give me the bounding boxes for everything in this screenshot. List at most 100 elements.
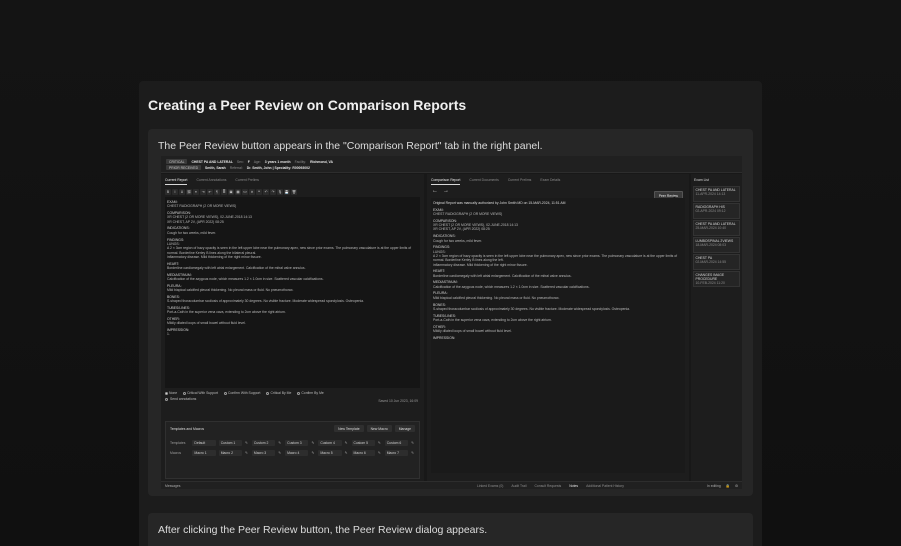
exam-list-item[interactable]: CHEST PA 02-MAR-2024 14:55 [693,254,740,270]
sex-value: F [247,159,250,164]
new-template-button[interactable]: New Template [334,425,364,432]
exam-name: CHANGES IMAGE PROCEDURE [695,273,725,281]
edit-pencil-icon[interactable]: ✎ [311,441,315,445]
align-icon[interactable]: ≣ [221,188,227,195]
send-annotations-label: Send annotations [169,397,197,401]
edit-pencil-icon[interactable]: ✎ [345,441,349,445]
edit-pencil-icon[interactable]: ✎ [245,441,249,445]
comparison-section: BONES: S-shaped thoracolumbar scoliosis o… [433,303,683,312]
underline-icon[interactable]: U [179,188,185,195]
macro-item[interactable]: Macro 4 [285,450,309,456]
tab-current-annotations[interactable]: Current Annotations [196,178,226,185]
radio-button[interactable] [183,391,187,395]
messages-label[interactable]: Messages [165,484,180,488]
template-item[interactable]: Custom 5 [351,440,375,446]
quote-icon[interactable]: ❝ [256,188,262,195]
radio-option[interactable]: Confirm By Me [297,391,324,395]
macro-item[interactable]: Macro 5 [318,450,342,456]
italic-icon[interactable]: I [172,188,178,195]
outdent-icon[interactable]: ⇤ [207,188,213,195]
template-item[interactable]: Custom 2 [251,440,276,446]
facility-value: Richmond, VA [310,159,333,164]
saved-timestamp: Saved 10 Jun 2023, 16:09 [378,399,418,403]
manage-button[interactable]: Manage [394,425,415,432]
prior-badge: PRIOR RECEIVED [166,165,202,170]
edit-pencil-icon[interactable]: ✎ [278,441,282,445]
radio-option[interactable]: None [165,391,177,395]
edit-pencil-icon[interactable]: ✎ [378,441,382,445]
edit-pencil-icon[interactable]: ✎ [411,451,415,455]
radio-button[interactable] [224,391,228,395]
template-item[interactable]: Custom 6 [384,440,409,446]
save-icon[interactable]: 💾 [284,188,290,195]
template-item[interactable]: Default [192,440,216,446]
status-tab[interactable]: Additional Patient History [586,484,624,488]
comparison-report-body: Original Report was manually authorized … [431,198,685,473]
radio-button[interactable] [297,391,301,395]
comparison-section-body: LUNGS: A 2 × 3cm region of hazy opacity … [433,249,678,267]
radio-option[interactable]: Confirm With Support [224,391,260,395]
report-editor[interactable]: EXAM: CHEST RADIOGRAPH (2 OR MORE VIEWS) C… [165,197,420,388]
macros-row: Macros Macro 1 Macro 2 ✎ Macro 3 ✎ Macro 4 ✎ Ma… [170,450,415,456]
report-section: INDICATIONS: Cough for two weeks, mild fe… [167,226,418,235]
image-icon[interactable]: ▣ [228,188,234,195]
radio-option[interactable]: Critical By Me [266,391,291,395]
lock-icon[interactable]: 🔒 [726,484,730,488]
list-icon[interactable]: ≡ [193,188,199,195]
edit-pencil-icon[interactable]: ✎ [278,451,282,455]
templates-macros-box: Templates and Macros New Template New Ma… [165,421,420,479]
macro-item[interactable]: Macro 2 [218,450,243,456]
step-card-1: The Peer Review button appears in the "C… [148,129,753,496]
radio-button[interactable] [266,391,270,395]
redo-icon[interactable]: ↷ [270,188,276,195]
radio-button[interactable] [165,391,168,395]
new-macro-button[interactable]: New Macro [366,425,392,432]
exam-date: 25-MAR-2024 10:40 [695,226,727,230]
bold-icon[interactable]: B [165,188,171,195]
status-tab[interactable]: Audit Trail [511,484,526,488]
templates-row: Templates Default Custom 1 ✎ Custom 2 ✎ Custo… [170,440,415,446]
edit-pencil-icon[interactable]: ✎ [311,451,315,455]
macro-item[interactable]: Macro 1 [192,450,216,456]
tab-current-prelims[interactable]: Current Prelims [508,178,532,185]
settings-icon[interactable]: ⚙ [735,484,738,488]
code-icon[interactable]: <> [242,188,248,195]
exam-list-item[interactable]: LUMBOSPINAL 2VIEWS 18-MAR-2024 08:03 [693,237,740,253]
template-item[interactable]: Custom 1 [218,440,243,446]
edit-pencil-icon[interactable]: ✎ [245,451,249,455]
comparison-report-panel: Comparison Report Current Documents Curren… [427,174,689,481]
link-icon[interactable]: ⛓ [186,188,192,195]
comparison-section: COMPARISON: XR CHEST (2 OR MORE VIEWS), 0… [433,219,683,232]
status-tab[interactable]: Linked Exams (0) [477,484,503,488]
tab-current-report[interactable]: Current Report [165,178,188,185]
clear-icon[interactable]: ✕ [249,188,255,195]
table-icon[interactable]: ▦ [235,188,241,195]
tab-current-documents[interactable]: Current Documents [469,178,498,185]
status-tab[interactable]: Consult Requests [534,484,561,488]
macro-item[interactable]: Macro 6 [351,450,375,456]
edit-pencil-icon[interactable]: ✎ [345,451,349,455]
exam-list-item[interactable]: CHEST PA AND LATERAL 25-MAR-2024 10:40 [693,220,740,236]
macro-item[interactable]: Macro 7 [384,450,409,456]
template-item[interactable]: Custom 3 [285,440,309,446]
status-tab[interactable]: Notes [569,484,578,488]
indent-icon[interactable]: ⇥ [200,188,206,195]
send-annotations-checkbox[interactable] [165,397,168,401]
tab-current-prelims[interactable]: Current Prelims [235,178,259,185]
patient-header: CRITICAL CHEST PA AND LATERAL Sex: F Age… [161,156,742,173]
tab-exam-details[interactable]: Exam Details [540,178,560,185]
radio-option[interactable]: Critical With Support [183,391,218,395]
edit-pencil-icon[interactable]: ✎ [378,451,382,455]
macro-item[interactable]: Macro 3 [251,450,276,456]
tab-comparison-report[interactable]: Comparison Report [431,178,461,185]
exam-list-item[interactable]: RADIOGRAPH HIS 02-APR-2024 09:12 [693,203,740,219]
trash-icon[interactable]: 🗑 [291,188,297,195]
edit-pencil-icon[interactable]: ✎ [411,441,415,445]
exam-list-item[interactable]: CHANGES IMAGE PROCEDURE 10-FEB-2024 11:20 [693,271,740,287]
mic-icon[interactable]: 🎙 [277,188,283,195]
exam-list-item[interactable]: CHEST PA AND LATERAL 11-APR-2024 14:13 [693,186,740,202]
undo-icon[interactable]: ↶ [263,188,269,195]
template-item[interactable]: Custom 4 [318,440,342,446]
format-icon[interactable]: ¶ [214,188,220,195]
facility-label: Facility: [294,159,307,164]
